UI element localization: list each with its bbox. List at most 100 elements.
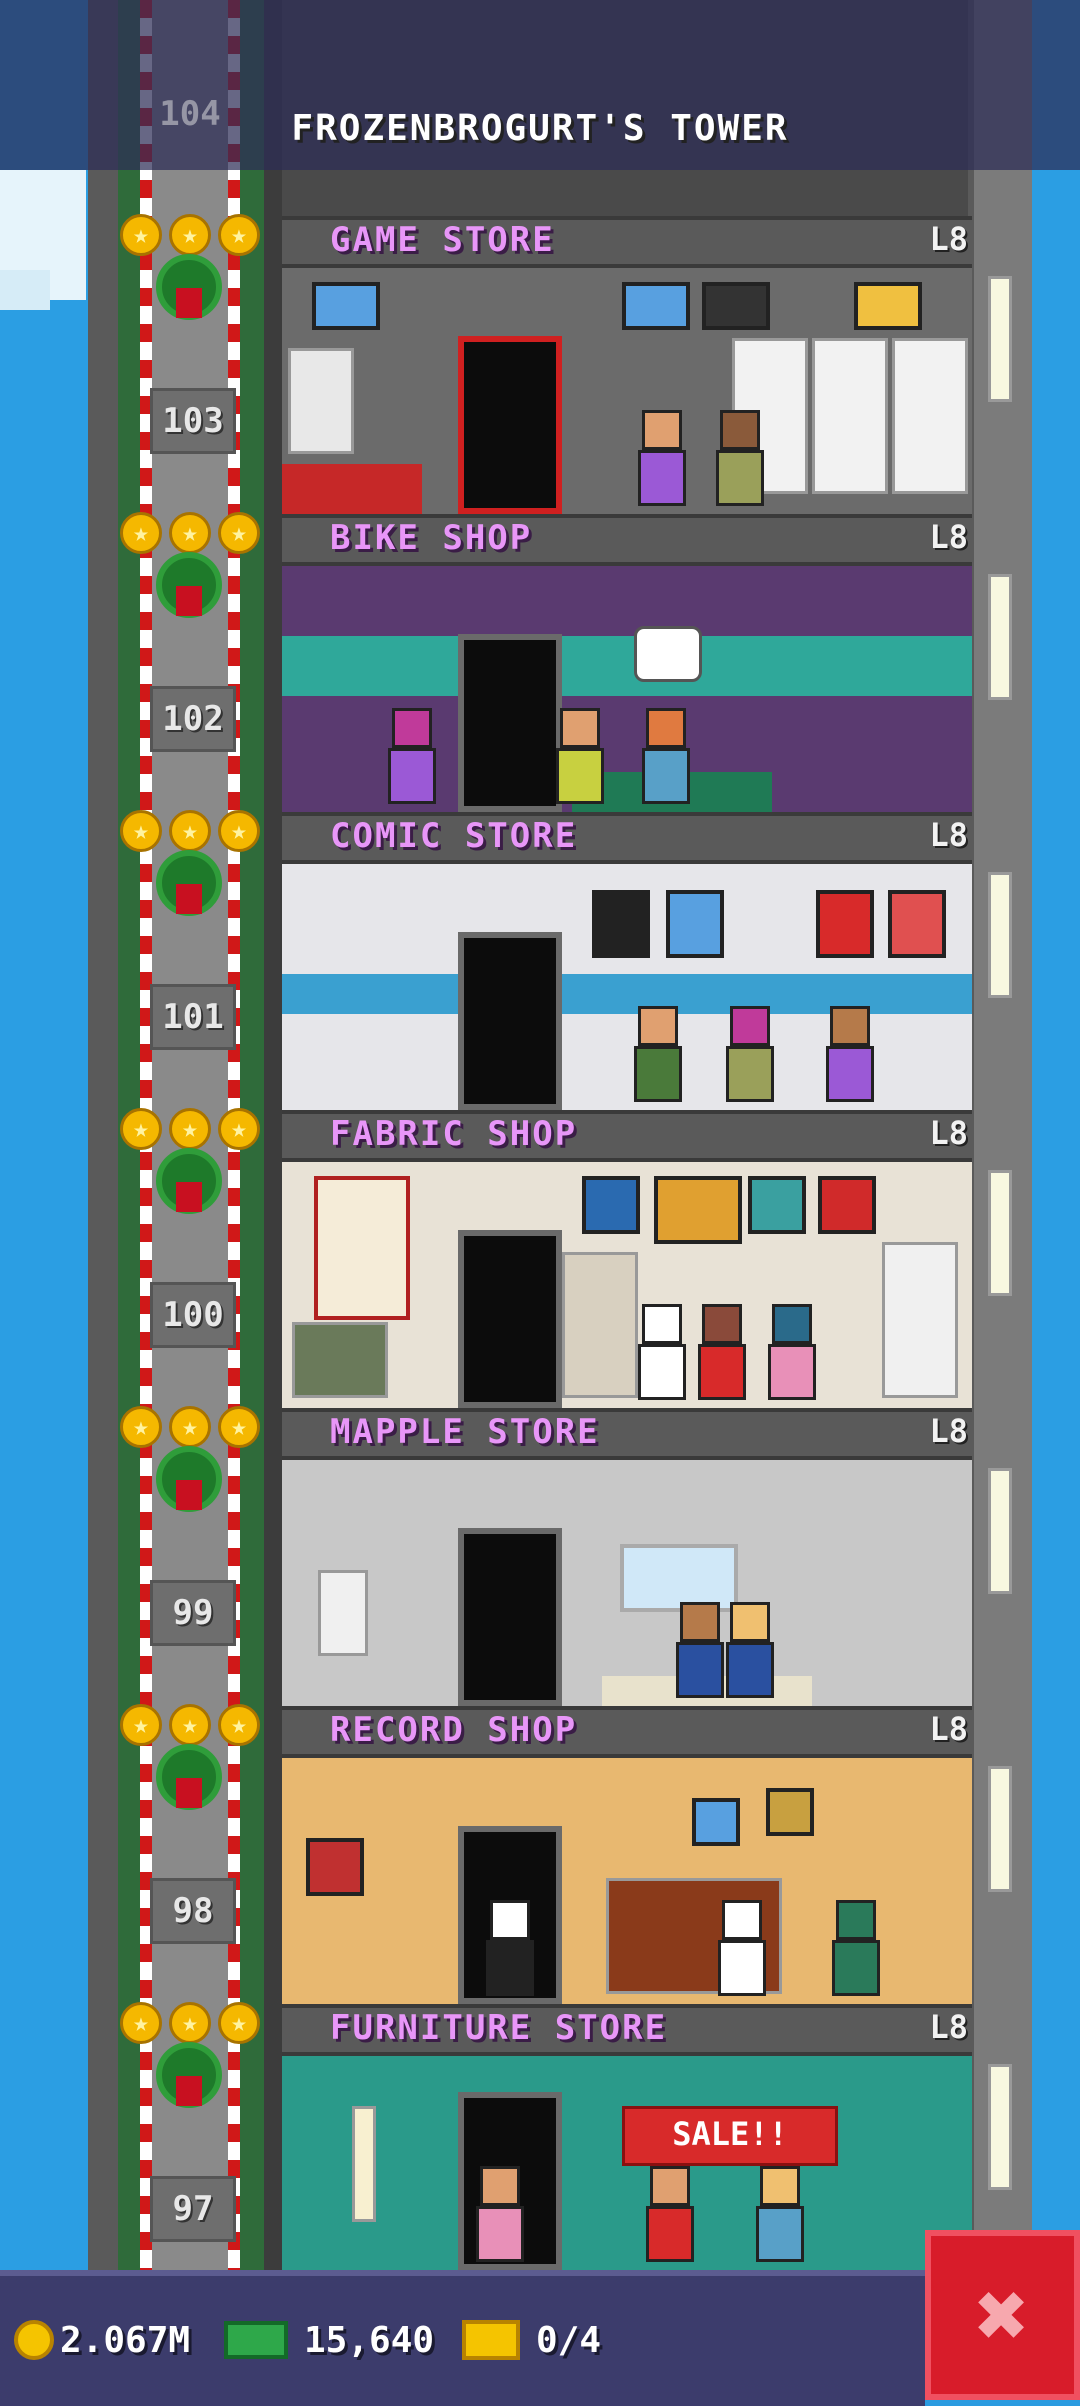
bitizen[interactable] xyxy=(712,410,768,506)
bitizen[interactable] xyxy=(828,1900,884,1996)
bitizen[interactable] xyxy=(638,708,694,804)
store-counter xyxy=(282,464,422,514)
room-interior xyxy=(282,566,972,812)
record-art xyxy=(306,1838,364,1896)
snowman-bitizen[interactable] xyxy=(714,1900,770,1996)
elevator-shaft-edge xyxy=(264,0,282,2270)
floor-comic-store[interactable]: COMIC STORE L8 xyxy=(282,812,972,1110)
sale-sign: SALE!! xyxy=(622,2106,838,2166)
floor-name: BIKE SHOP xyxy=(330,518,533,558)
game-poster xyxy=(312,282,380,330)
comic-poster xyxy=(888,890,946,958)
floor-lamp xyxy=(352,2106,376,2222)
ticket-icon xyxy=(462,2320,520,2360)
sale-sign-text: SALE!! xyxy=(672,2115,788,2153)
floor-number: 97 xyxy=(150,2176,236,2242)
arcade-cabinet xyxy=(288,348,354,454)
floor-name: MAPPLE STORE xyxy=(330,1412,600,1452)
tower-window xyxy=(988,872,1012,998)
record-art xyxy=(692,1798,740,1846)
store-door xyxy=(458,634,562,812)
floor-name: FABRIC SHOP xyxy=(330,1114,578,1154)
room-interior: SALE!! xyxy=(282,2056,972,2270)
comic-poster xyxy=(592,890,650,958)
bitizen[interactable] xyxy=(722,1602,778,1698)
room-interior xyxy=(282,1460,972,1706)
floor-record-shop[interactable]: RECORD SHOP L8 xyxy=(282,1706,972,2004)
comic-poster xyxy=(816,890,874,958)
floor-name: COMIC STORE xyxy=(330,816,578,856)
room-interior xyxy=(282,1758,972,2004)
floor-fabric-shop[interactable]: FABRIC SHOP L8 xyxy=(282,1110,972,1408)
tower-window xyxy=(988,1766,1012,1892)
room-interior xyxy=(282,1162,972,1408)
tower-title[interactable]: FROZENBROGURT'S TOWER xyxy=(0,108,1080,149)
bux-icon xyxy=(224,2321,288,2359)
tower-window xyxy=(988,276,1012,402)
quilt-swatch xyxy=(582,1176,640,1234)
quilt-swatch xyxy=(818,1176,876,1234)
bitizen[interactable] xyxy=(752,2166,808,2262)
floor-number: 103 xyxy=(150,388,236,454)
quilt-swatch xyxy=(654,1176,742,1244)
floor-level: L8 xyxy=(929,2008,968,2046)
floor-number: 102 xyxy=(150,686,236,752)
bitizen[interactable] xyxy=(552,708,608,804)
wreath-icon xyxy=(148,1708,230,1828)
game-shelf xyxy=(892,338,968,494)
bux-value: 15,640 xyxy=(304,2319,435,2361)
bux-stat[interactable]: 15,640 xyxy=(224,2310,434,2370)
comic-poster xyxy=(666,890,724,958)
bitizen[interactable] xyxy=(472,2166,528,2262)
bitizen[interactable] xyxy=(384,708,440,804)
room-interior xyxy=(282,864,972,1110)
elevator-shaft-edge xyxy=(88,0,118,2270)
quilt-display xyxy=(314,1176,410,1320)
wall-stripe xyxy=(282,636,972,696)
floor-level: L8 xyxy=(929,1114,968,1152)
floor-level: L8 xyxy=(929,1412,968,1450)
bitizen[interactable] xyxy=(642,2166,698,2262)
icon-wall xyxy=(830,1526,940,1646)
speech-bubble[interactable] xyxy=(634,626,702,682)
close-icon: ✖ xyxy=(975,2262,1030,2368)
room-interior xyxy=(282,268,972,514)
game-poster xyxy=(622,282,690,330)
wreath-icon xyxy=(148,1410,230,1530)
tower-window xyxy=(988,574,1012,700)
bitizen[interactable] xyxy=(672,1602,728,1698)
bitizen[interactable] xyxy=(764,1304,820,1400)
bitizen[interactable] xyxy=(822,1006,878,1102)
bitizen[interactable] xyxy=(634,410,690,506)
bitizen[interactable] xyxy=(694,1304,750,1400)
coin-icon xyxy=(14,2320,54,2360)
floor-mapple-store[interactable]: MAPPLE STORE L8 xyxy=(282,1408,972,1706)
wreath-icon xyxy=(148,814,230,934)
game-poster xyxy=(854,282,922,330)
kiosk-stand xyxy=(318,1570,368,1656)
store-door xyxy=(458,336,562,514)
bitizen[interactable] xyxy=(482,1900,538,1996)
floor-name: FURNITURE STORE xyxy=(330,2008,668,2048)
tickets-stat[interactable]: 0/4 xyxy=(462,2310,601,2370)
bitizen[interactable] xyxy=(722,1006,778,1102)
floor-level: L8 xyxy=(929,220,968,258)
close-button[interactable]: ✖ xyxy=(925,2230,1080,2400)
bitizen[interactable] xyxy=(630,1006,686,1102)
wreath-icon xyxy=(148,1112,230,1232)
snowman-bitizen[interactable] xyxy=(634,1304,690,1400)
tower-window xyxy=(988,1170,1012,1296)
coins-value: 2.067M xyxy=(60,2319,191,2361)
floor-game-store[interactable]: GAME STORE L8 xyxy=(282,216,972,514)
tower-header: 104 FROZENBROGURT'S TOWER xyxy=(0,0,1080,170)
wreath-icon xyxy=(148,2006,230,2126)
floor-furniture-store[interactable]: FURNITURE STORE L8 SALE!! xyxy=(282,2004,972,2270)
coins-stat[interactable]: 2.067M xyxy=(14,2310,190,2370)
floor-number: 99 xyxy=(150,1580,236,1646)
quilt-swatch xyxy=(748,1176,806,1234)
store-door xyxy=(458,1230,562,1408)
floor-bike-shop[interactable]: BIKE SHOP L8 xyxy=(282,514,972,812)
store-door xyxy=(458,1528,562,1706)
store-door xyxy=(458,932,562,1110)
fabric-shelf xyxy=(882,1242,958,1398)
